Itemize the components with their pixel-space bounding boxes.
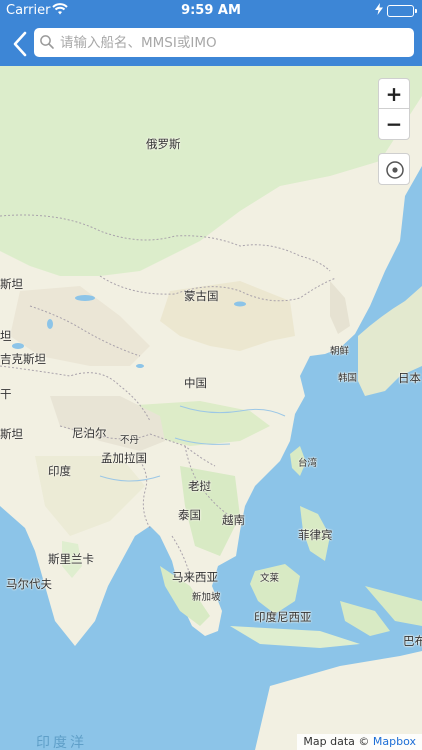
status-bar: Carrier 9:59 AM bbox=[0, 0, 422, 22]
label-vietnam: 越南 bbox=[222, 513, 245, 527]
label-png-edge: 巴布 bbox=[403, 634, 422, 648]
map-view[interactable]: 俄罗斯 斯坦 蒙古国 坦 吉克斯坦 干 斯坦 中国 朝鲜 韩国 日本 尼泊尔 不… bbox=[0, 66, 422, 750]
label-brunei: 文莱 bbox=[260, 573, 280, 584]
label-indian-ocean: 印度洋 bbox=[36, 735, 87, 750]
label-kyrgyz: 吉克斯坦 bbox=[0, 352, 46, 366]
locate-icon bbox=[386, 161, 404, 179]
locate-button[interactable] bbox=[378, 153, 410, 185]
label-uzbek: 坦 bbox=[0, 329, 12, 343]
label-indonesia: 印度尼西亚 bbox=[254, 610, 312, 624]
label-maldives: 马尔代夫 bbox=[6, 577, 52, 591]
label-russia: 俄罗斯 bbox=[146, 137, 181, 151]
label-south-korea: 韩国 bbox=[338, 373, 358, 384]
back-button[interactable] bbox=[10, 30, 32, 58]
label-thailand: 泰国 bbox=[178, 508, 201, 522]
nav-bar bbox=[0, 22, 422, 66]
label-singapore: 新加坡 bbox=[192, 592, 221, 603]
zoom-out-button[interactable]: − bbox=[379, 109, 409, 139]
label-india: 印度 bbox=[48, 464, 71, 478]
label-mongolia: 蒙古国 bbox=[184, 289, 219, 303]
label-kazakhstan: 斯坦 bbox=[0, 277, 23, 291]
label-bhutan: 不丹 bbox=[120, 435, 140, 446]
zoom-control: + − bbox=[378, 78, 410, 140]
search-icon bbox=[39, 34, 55, 50]
chevron-left-icon bbox=[13, 31, 27, 57]
attribution-prefix: Map data © bbox=[303, 735, 370, 748]
status-time: 9:59 AM bbox=[181, 3, 241, 18]
map-base bbox=[0, 66, 422, 750]
battery-icon bbox=[387, 5, 417, 17]
label-taiwan: 台湾 bbox=[298, 458, 318, 469]
label-malaysia: 马来西亚 bbox=[172, 570, 218, 584]
label-china: 中国 bbox=[184, 376, 207, 390]
mapbox-link[interactable]: Mapbox bbox=[373, 735, 416, 748]
label-bangladesh: 孟加拉国 bbox=[101, 451, 147, 465]
label-philippines: 菲律宾 bbox=[298, 528, 333, 542]
label-afghan-edge: 斯坦 bbox=[0, 427, 23, 441]
map-attribution: Map data © Mapbox bbox=[297, 734, 422, 750]
label-nepal: 尼泊尔 bbox=[72, 426, 107, 440]
label-japan: 日本 bbox=[398, 371, 421, 385]
label-north-korea: 朝鲜 bbox=[330, 346, 350, 357]
label-laos: 老挝 bbox=[188, 479, 211, 493]
label-pak-edge: 干 bbox=[0, 387, 12, 401]
zoom-in-button[interactable]: + bbox=[379, 79, 409, 109]
search-input[interactable] bbox=[60, 28, 405, 57]
search-box[interactable] bbox=[34, 28, 414, 57]
label-sri-lanka: 斯里兰卡 bbox=[48, 552, 94, 566]
charging-icon bbox=[375, 3, 383, 18]
